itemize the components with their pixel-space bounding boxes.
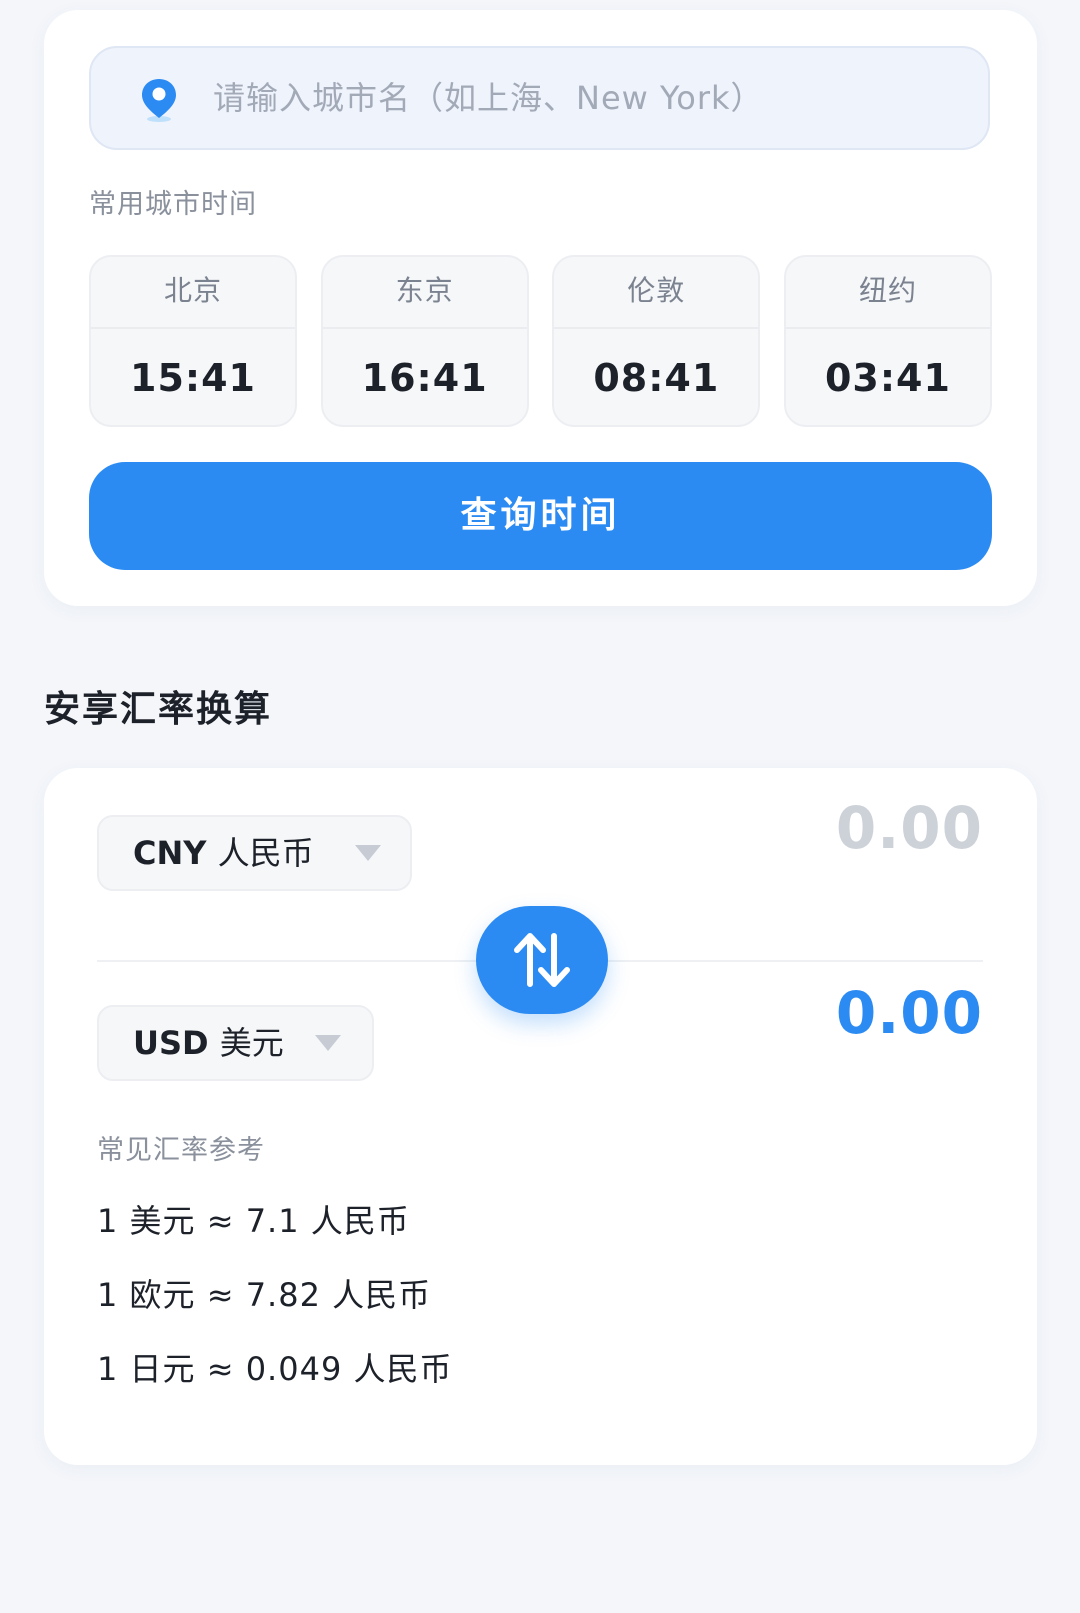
fx-section-title: 安享汇率换算 [44,689,273,730]
to-currency-select[interactable]: USD 美元 [97,1005,374,1081]
city-clock-tokyo[interactable]: 东京 16:41 [320,255,529,427]
city-time: 15:41 [130,356,256,400]
location-pin-icon [142,79,176,122]
rate-reference-label: 常见汇率参考 [97,1135,265,1166]
dropdown-caret-icon [315,1035,341,1051]
city-time: 03:41 [824,356,951,400]
to-currency-name: 美元 [219,1024,284,1062]
city-clock-new-york[interactable]: 纽约 03:41 [783,255,992,427]
city-clock-beijing[interactable]: 北京 15:41 [89,255,297,427]
city-clock-london[interactable]: 伦敦 08:41 [552,255,761,427]
currency-converter-card: CNY 人民币 0.00 USD 美元 0.00 常见汇率参考 1 美元 ≈ 7… [44,768,1037,1465]
app-page: 请输入城市名（如上海、New York） 常用城市时间 北京 15:41 东京 … [0,0,1080,1613]
from-currency-code: CNY [133,834,207,872]
common-cities-label: 常用城市时间 [89,189,257,220]
to-currency-code: USD [133,1024,209,1062]
from-currency-select[interactable]: CNY 人民币 [97,815,412,891]
query-time-button[interactable]: 查询时间 [89,462,992,570]
world-time-card: 请输入城市名（如上海、New York） 常用城市时间 北京 15:41 东京 … [44,10,1037,606]
city-time: 08:41 [593,356,720,400]
city-search-input[interactable]: 请输入城市名（如上海、New York） [89,46,990,150]
to-amount-output: 0.00 [835,979,983,1047]
city-time: 16:41 [361,356,488,400]
dropdown-caret-icon [355,845,381,861]
from-amount-input[interactable]: 0.00 [836,794,983,862]
city-search-placeholder: 请输入城市名（如上海、New York） [213,79,764,117]
city-name: 北京 [91,257,295,329]
city-name: 伦敦 [554,257,759,329]
city-clock-list: 北京 15:41 东京 16:41 伦敦 08:41 纽约 03:41 [89,255,992,427]
rate-reference-item: 1 美元 ≈ 7.1 人民币 [97,1202,410,1240]
rate-reference-item: 1 日元 ≈ 0.049 人民币 [97,1350,453,1388]
rate-reference-item: 1 欧元 ≈ 7.82 人民币 [97,1276,432,1314]
from-currency-name: 人民币 [217,834,314,872]
city-name: 东京 [322,257,527,329]
swap-currencies-button[interactable] [476,906,608,1014]
city-name: 纽约 [785,257,990,329]
swap-arrows-icon [514,933,570,987]
